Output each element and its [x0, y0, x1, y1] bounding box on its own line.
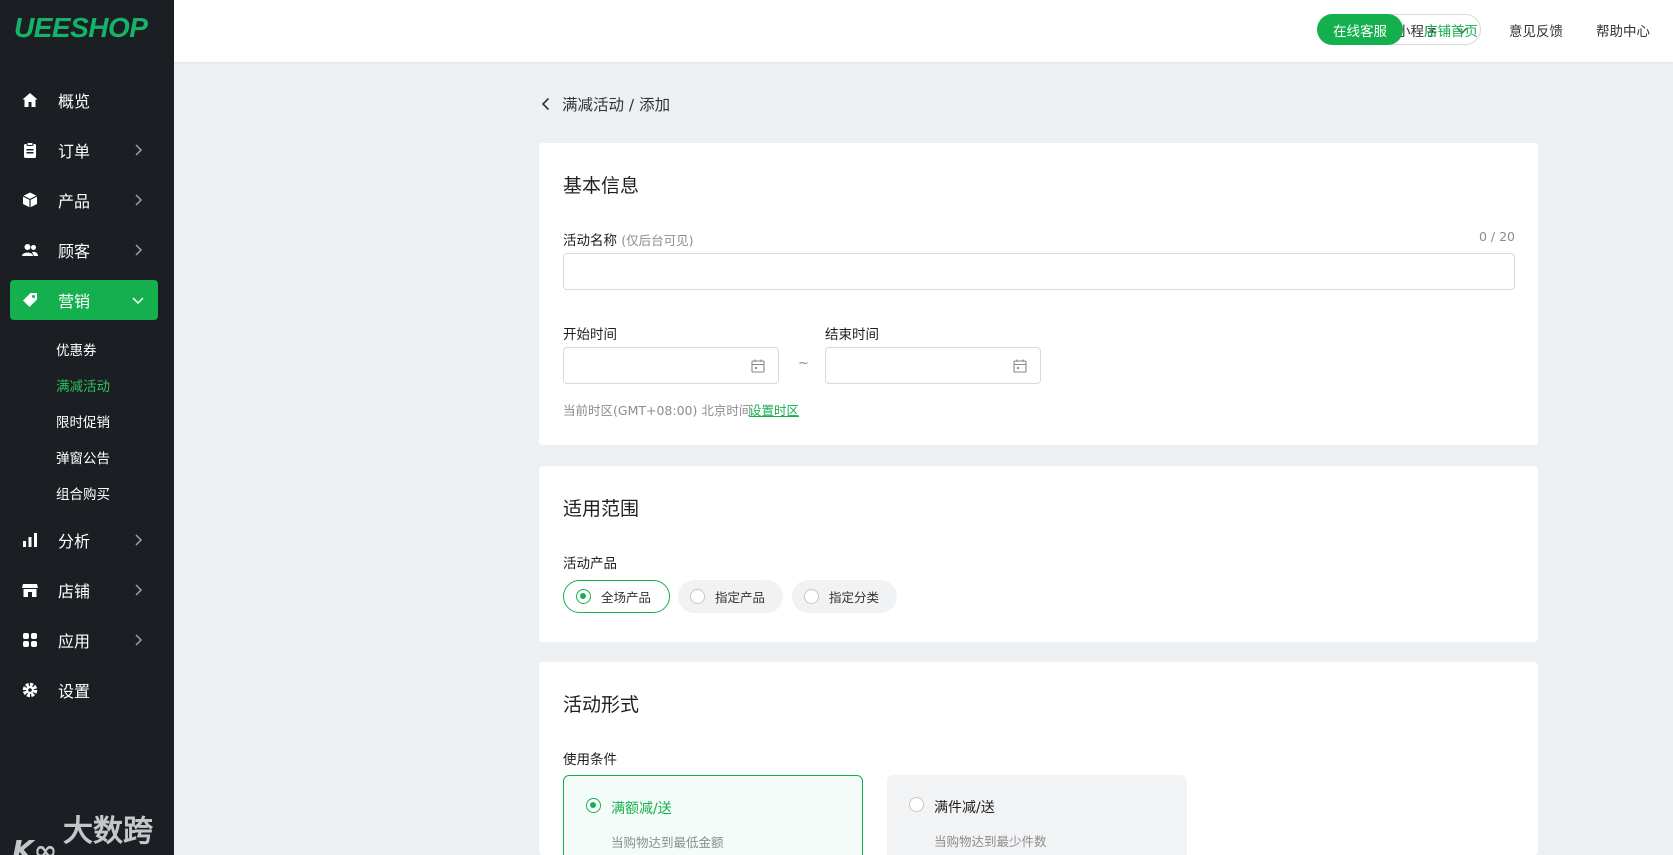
chevron-right-icon: [135, 634, 143, 646]
activity-name-label: 活动名称 (仅后台可见): [563, 229, 694, 249]
chevron-right-icon: [135, 244, 143, 256]
sidebar-item-label: 产品: [58, 192, 91, 211]
sidebar-item-overview[interactable]: 概览: [10, 80, 158, 120]
end-time-input[interactable]: [825, 347, 1041, 384]
radio-unchecked-icon: [909, 797, 924, 812]
timezone-text: 当前时区(GMT+08:00) 北京时间: [563, 403, 752, 418]
radio-unchecked-icon: [690, 589, 705, 604]
box-icon: [20, 190, 40, 210]
char-counter: 0 / 20: [1478, 229, 1515, 244]
sidebar-item-label: 订单: [58, 142, 91, 161]
end-time-label: 结束时间: [825, 327, 879, 343]
store-home-link[interactable]: 店铺首页: [1424, 20, 1478, 40]
start-time-label: 开始时间: [563, 327, 617, 343]
logo: UEESHOP: [14, 12, 148, 43]
card-title: 适用范围: [563, 498, 640, 520]
condition-title: 满额减/送: [611, 801, 672, 817]
card-title: 活动形式: [563, 694, 640, 716]
set-timezone-link[interactable]: 设置时区: [749, 400, 799, 419]
radio-specified-products[interactable]: 指定产品: [678, 580, 784, 613]
chevron-right-icon: [135, 194, 143, 206]
condition-title: 满件减/送: [934, 800, 995, 816]
activity-product-label: 活动产品: [563, 556, 617, 572]
radio-label: 全场产品: [601, 590, 652, 605]
field-label: 活动名称: [563, 233, 617, 249]
radio-specified-category[interactable]: 指定分类: [792, 580, 898, 613]
radio-label: 指定分类: [829, 590, 880, 605]
sidebar-item-products[interactable]: 产品: [10, 180, 158, 220]
condition-desc: 当购物达到最低金额: [611, 835, 724, 850]
range-separator: ~: [798, 356, 809, 371]
watermark: K∞ 大数跨境: [12, 806, 174, 855]
home-icon: [20, 90, 40, 110]
sidebar-item-label: 概览: [58, 92, 91, 111]
sidebar-item-customers[interactable]: 顾客: [10, 230, 158, 270]
watermark-text: 大数跨境: [63, 814, 154, 849]
breadcrumb-text: 满减活动 / 添加: [562, 96, 671, 114]
store-icon: [20, 580, 40, 600]
sidebar-sub-coupons[interactable]: 优惠券: [56, 339, 97, 359]
gear-icon: [20, 680, 40, 700]
chevron-right-icon: [135, 534, 143, 546]
radio-checked-icon: [586, 798, 601, 813]
sidebar-item-label: 顾客: [58, 242, 91, 261]
sidebar-item-apps[interactable]: 应用: [10, 620, 158, 660]
chevron-right-icon: [135, 584, 143, 596]
feedback-link[interactable]: 意见反馈: [1509, 20, 1563, 40]
sidebar-sub-flash-sale[interactable]: 限时促销: [56, 411, 110, 431]
watermark-logo-icon: K∞: [12, 833, 58, 855]
radio-checked-icon: [576, 589, 591, 604]
clipboard-icon: [20, 140, 40, 160]
calendar-icon: [751, 359, 765, 373]
breadcrumb: 满减活动 / 添加: [538, 93, 670, 115]
card-title: 基本信息: [563, 175, 640, 197]
help-center-link[interactable]: 帮助中心: [1596, 20, 1650, 40]
online-service-button[interactable]: 在线客服: [1317, 14, 1403, 45]
sidebar: UEESHOP 概览 订单 产品 顾客 营销 优惠券 满减活动 限时促销 弹窗公…: [0, 0, 174, 855]
calendar-icon: [1013, 359, 1027, 373]
sidebar-item-marketing[interactable]: 营销: [10, 280, 158, 320]
activity-form-card: 活动形式 使用条件 满额减/送 当购物达到最低金额 满件减/送 当购物达到最少件…: [539, 662, 1538, 855]
basic-info-card: 基本信息 活动名称 (仅后台可见) 0 / 20 开始时间 结束时间 ~ 当前时…: [539, 143, 1538, 445]
sidebar-item-label: 店铺: [58, 582, 91, 601]
sidebar-item-settings[interactable]: 设置: [10, 670, 158, 710]
scope-card: 适用范围 活动产品 全场产品 指定产品 指定分类: [539, 466, 1538, 642]
sidebar-item-orders[interactable]: 订单: [10, 130, 158, 170]
sidebar-sub-popup[interactable]: 弹窗公告: [56, 447, 110, 467]
sidebar-item-label: 分析: [58, 532, 91, 551]
activity-name-input[interactable]: [563, 253, 1515, 290]
condition-label: 使用条件: [563, 752, 617, 768]
chevron-down-icon: [132, 297, 144, 305]
sidebar-item-label: 营销: [58, 292, 91, 311]
radio-unchecked-icon: [804, 589, 819, 604]
sidebar-item-label: 应用: [58, 632, 91, 651]
radio-all-products[interactable]: 全场产品: [563, 580, 671, 613]
sidebar-sub-full-reduction[interactable]: 满减活动: [56, 375, 110, 395]
condition-quantity-card[interactable]: 满件减/送 当购物达到最少件数: [887, 775, 1187, 855]
bar-chart-icon: [20, 530, 40, 550]
back-arrow-icon[interactable]: [538, 96, 554, 112]
sidebar-item-store[interactable]: 店铺: [10, 570, 158, 610]
radio-label: 指定产品: [715, 590, 766, 605]
field-hint: (仅后台可见): [621, 233, 694, 248]
start-time-input[interactable]: [563, 347, 779, 384]
condition-desc: 当购物达到最少件数: [934, 834, 1047, 849]
users-icon: [20, 240, 40, 260]
sidebar-item-analytics[interactable]: 分析: [10, 520, 158, 560]
condition-amount-card[interactable]: 满额减/送 当购物达到最低金额: [563, 775, 863, 855]
sidebar-sub-bundle[interactable]: 组合购买: [56, 483, 110, 503]
sidebar-item-label: 设置: [58, 682, 91, 701]
apps-icon: [20, 630, 40, 650]
chevron-right-icon: [135, 144, 143, 156]
tag-icon: [20, 290, 40, 310]
